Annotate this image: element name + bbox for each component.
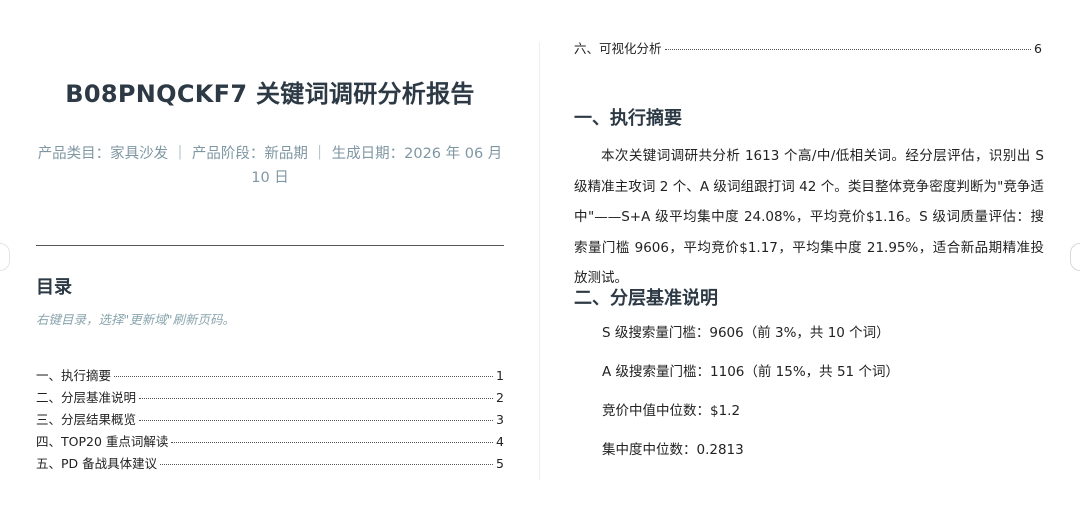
toc-item-label: 二、分层基准说明 — [36, 390, 137, 405]
toc-item-page: 5 — [496, 456, 504, 471]
toc-item-page: 6 — [1034, 41, 1042, 56]
toc-item-label: 一、执行摘要 — [36, 368, 112, 383]
toc-item-page: 3 — [496, 412, 504, 427]
toc-dot-leader — [139, 420, 494, 421]
toc-item-top20-keywords[interactable]: 四、TOP20 重点词解读 4 — [36, 431, 504, 453]
toc-item-page: 2 — [496, 390, 504, 405]
document-page-left: B08PNQCKF7 关键词调研分析报告 产品类目：家具沙发 ｜ 产品阶段：新品… — [0, 0, 540, 525]
toc-item-pd-suggestions[interactable]: 五、PD 备战具体建议 5 — [36, 453, 504, 475]
toc-dot-leader — [114, 376, 494, 377]
toc-dot-leader — [139, 398, 494, 399]
scroll-right-handle[interactable] — [1070, 243, 1080, 271]
title-divider — [36, 245, 504, 246]
toc-dot-leader — [160, 464, 494, 465]
section-heading-summary: 一、执行摘要 — [574, 108, 682, 129]
tier-line-bid-median: 竞价中值中位数：$1.2 — [602, 403, 741, 419]
section-heading-tiering: 二、分层基准说明 — [574, 288, 718, 309]
toc-dot-leader — [171, 442, 494, 443]
toc-item-page: 4 — [496, 434, 504, 449]
toc-item-executive-summary[interactable]: 一、执行摘要 1 — [36, 365, 504, 387]
toc-hint: 右键目录，选择"更新域"刷新页码。 — [36, 312, 235, 327]
toc-item-page: 1 — [496, 368, 504, 383]
summary-paragraph: 本次关键词调研共分析 1613 个高/中/低相关词。经分层评估，识别出 S 级精… — [574, 148, 1044, 286]
toc-dot-leader — [664, 49, 1032, 50]
tier-line-s-threshold: S 级搜索量门槛：9606（前 3%，共 10 个词） — [602, 325, 890, 341]
toc-item-tiering-baseline[interactable]: 二、分层基准说明 2 — [36, 387, 504, 409]
toc-item-label: 四、TOP20 重点词解读 — [36, 434, 169, 449]
toc-item-tiering-overview[interactable]: 三、分层结果概览 3 — [36, 409, 504, 431]
report-title: B08PNQCKF7 关键词调研分析报告 — [65, 80, 475, 108]
tier-line-concentration-median: 集中度中位数：0.2813 — [602, 442, 744, 458]
document-page-right: 六、可视化分析 6 一、执行摘要 本次关键词调研共分析 1613 个高/中/低相… — [540, 0, 1080, 525]
toc-list: 一、执行摘要 1 二、分层基准说明 2 三、分层结果概览 3 四、TOP20 重… — [36, 365, 504, 475]
report-meta: 产品类目：家具沙发 ｜ 产品阶段：新品期 ｜ 生成日期：2026 年 06 月 … — [37, 146, 503, 186]
toc-item-visualization[interactable]: 六、可视化分析 6 — [574, 38, 1042, 60]
toc-item-label: 六、可视化分析 — [574, 41, 662, 56]
tier-line-a-threshold: A 级搜索量门槛：1106（前 15%，共 51 个词） — [602, 364, 899, 380]
toc-heading: 目录 — [36, 277, 72, 298]
toc-item-label: 三、分层结果概览 — [36, 412, 137, 427]
toc-item-label: 五、PD 备战具体建议 — [36, 456, 158, 471]
